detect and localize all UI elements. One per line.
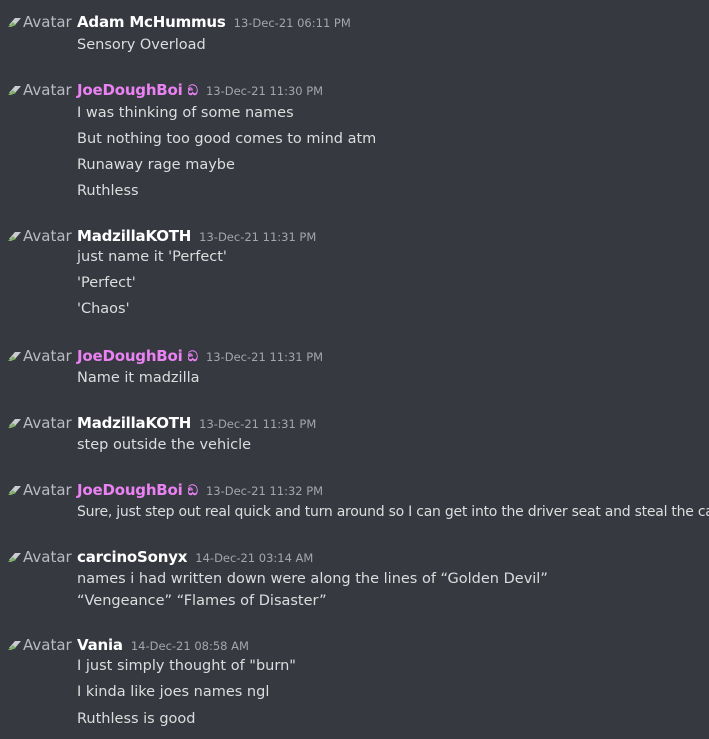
message-text: 'Chaos' — [77, 301, 130, 317]
message-header: carcinoSonyx 14-Dec-21 03:14 AM — [77, 546, 313, 568]
username[interactable]: JoeDoughBoi — [77, 79, 183, 101]
message-text: 'Perfect' — [77, 275, 136, 291]
broken-image-icon — [8, 232, 21, 241]
message-header: Adam McHummus 13-Dec-21 06:11 PM — [77, 11, 351, 33]
avatar-alt-text: Avatar — [23, 13, 72, 31]
username[interactable]: JoeDoughBoi — [77, 479, 183, 501]
message-text: step outside the vehicle — [77, 437, 252, 453]
avatar[interactable]: Avatar — [7, 11, 72, 33]
message-text: But nothing too good comes to mind atm — [77, 131, 377, 147]
broken-image-icon — [8, 553, 21, 562]
message-text: Name it madzilla — [77, 370, 200, 386]
chat-log: Avatar Adam McHummus 13-Dec-21 06:11 PM … — [0, 0, 709, 739]
avatar[interactable]: Avatar — [7, 634, 72, 656]
timestamp: 13-Dec-21 11:30 PM — [205, 84, 324, 98]
avatar-alt-text: Avatar — [23, 414, 72, 432]
broken-image-icon — [8, 641, 21, 650]
message-header: JoeDoughBoi ඞ 13-Dec-21 11:31 PM — [77, 345, 323, 367]
message-text: just name it 'Perfect' — [77, 249, 227, 265]
avatar[interactable]: Avatar — [7, 225, 72, 247]
username[interactable]: MadzillaKOTH — [77, 412, 191, 434]
message-text: “Vengeance” “Flames of Disaster” — [77, 593, 327, 609]
amogus-badge-icon: ඞ — [187, 349, 198, 365]
avatar-alt-text: Avatar — [23, 347, 72, 365]
username[interactable]: MadzillaKOTH — [77, 225, 191, 247]
username[interactable]: JoeDoughBoi — [77, 345, 183, 367]
message-text: I just simply thought of "burn" — [77, 658, 296, 674]
timestamp: 13-Dec-21 11:32 PM — [205, 484, 324, 498]
avatar[interactable]: Avatar — [7, 546, 72, 568]
timestamp: 13-Dec-21 06:11 PM — [233, 16, 351, 30]
broken-image-icon — [8, 419, 21, 428]
message-header: Vania 14-Dec-21 08:58 AM — [77, 634, 249, 656]
message-text: names i had written down were along the … — [77, 571, 548, 587]
avatar[interactable]: Avatar — [7, 479, 72, 501]
avatar-alt-text: Avatar — [23, 227, 72, 245]
username[interactable]: Adam McHummus — [77, 11, 226, 33]
message-text: Sure, just step out real quick and turn … — [77, 504, 709, 520]
timestamp: 13-Dec-21 11:31 PM — [205, 350, 324, 364]
message-header: JoeDoughBoi ඞ 13-Dec-21 11:30 PM — [77, 79, 323, 101]
message-text: Ruthless — [77, 183, 139, 199]
message-text: Ruthless is good — [77, 711, 196, 727]
broken-image-icon — [8, 18, 21, 27]
broken-image-icon — [8, 352, 21, 361]
avatar-alt-text: Avatar — [23, 81, 72, 99]
username[interactable]: Vania — [77, 634, 123, 656]
avatar-alt-text: Avatar — [23, 481, 72, 499]
amogus-badge-icon: ඞ — [187, 83, 198, 99]
timestamp: 14-Dec-21 03:14 AM — [195, 551, 314, 565]
amogus-badge-icon: ඞ — [187, 483, 198, 499]
avatar[interactable]: Avatar — [7, 412, 72, 434]
message-text: Runaway rage maybe — [77, 157, 235, 173]
broken-image-icon — [8, 86, 21, 95]
broken-image-icon — [8, 486, 21, 495]
avatar-alt-text: Avatar — [23, 636, 72, 654]
timestamp: 14-Dec-21 08:58 AM — [130, 639, 249, 653]
timestamp: 13-Dec-21 11:31 PM — [199, 230, 317, 244]
username[interactable]: carcinoSonyx — [77, 546, 187, 568]
message-header: JoeDoughBoi ඞ 13-Dec-21 11:32 PM — [77, 479, 323, 501]
message-text: I was thinking of some names — [77, 105, 294, 121]
avatar[interactable]: Avatar — [7, 79, 72, 101]
message-text: I kinda like joes names ngl — [77, 684, 270, 700]
message-header: MadzillaKOTH 13-Dec-21 11:31 PM — [77, 225, 316, 247]
message-header: MadzillaKOTH 13-Dec-21 11:31 PM — [77, 412, 316, 434]
timestamp: 13-Dec-21 11:31 PM — [199, 417, 317, 431]
message-text: Sensory Overload — [77, 37, 206, 53]
avatar[interactable]: Avatar — [7, 345, 72, 367]
avatar-alt-text: Avatar — [23, 548, 72, 566]
